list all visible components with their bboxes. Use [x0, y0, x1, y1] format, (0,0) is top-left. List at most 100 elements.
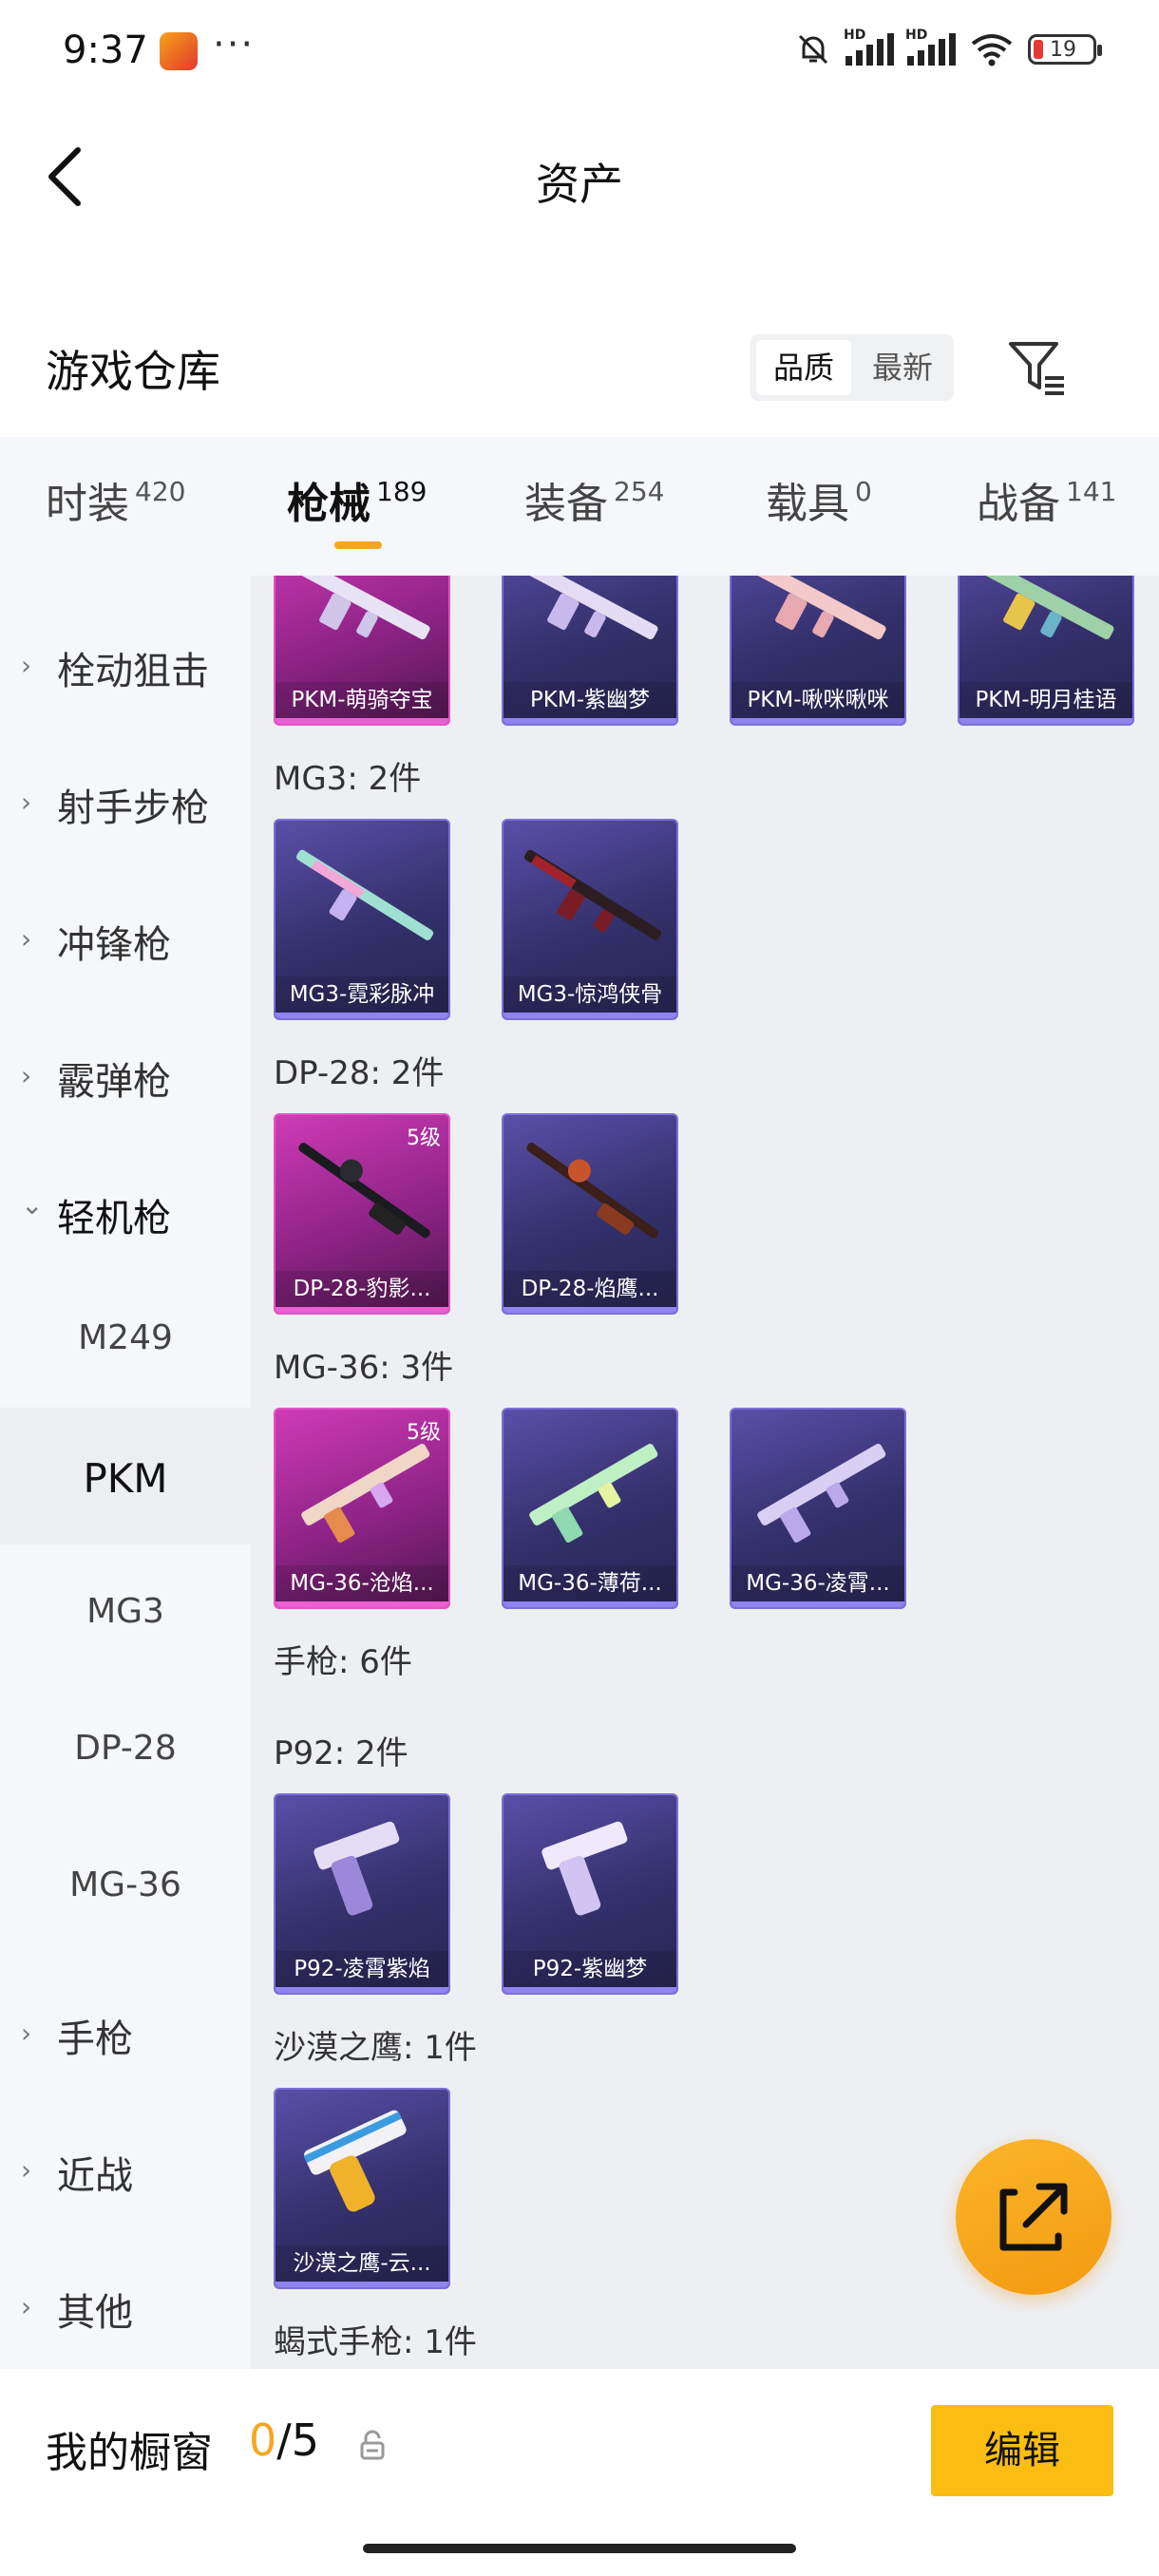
lmg-skin-icon	[755, 576, 886, 640]
group-title-p92: P92: 2件	[274, 1734, 408, 1772]
skin-name: PKM-萌骑夺宝	[276, 682, 448, 724]
skin-name: MG3-霓彩脉冲	[276, 976, 448, 1018]
sidebar-subitem-mg3[interactable]: MG3	[0, 1544, 251, 1681]
skin-level: 5级	[407, 1421, 441, 1445]
active-tab-indicator	[334, 541, 382, 549]
showcase-count: 0/5	[249, 2415, 320, 2466]
skin-name: MG-36-凌霄...	[732, 1565, 904, 1607]
skin-name: DP-28-豹影...	[276, 1271, 448, 1313]
chevron-right-icon: ›	[21, 2154, 32, 2186]
pistol-skin-icon	[303, 2110, 407, 2212]
battery-icon: 19	[1028, 34, 1102, 65]
weapon-category-sidebar: › 栓动狙击 › 射手步枪 › 冲锋枪 › 霰弹枪 ⌄ 轻机枪 M249 PKM…	[0, 576, 251, 2369]
skin-name: PKM-明月桂语	[960, 682, 1132, 724]
skin-card[interactable]: 5级 DP-28-豹影...	[274, 1113, 450, 1315]
skin-card[interactable]: P92-紫幽梦	[502, 1793, 678, 1995]
tab-fashion[interactable]: 时装 420	[46, 469, 185, 530]
skin-card[interactable]: 沙漠之鹰-云...	[274, 2088, 450, 2289]
lmg-skin-icon	[299, 576, 430, 640]
group-title-pistols: 手枪: 6件	[274, 1643, 412, 1681]
sidebar-item-pistol[interactable]: › 手枪	[0, 1981, 251, 2076]
edit-button[interactable]: 编辑	[931, 2405, 1113, 2496]
tab-firearms[interactable]: 枪械 189	[287, 469, 427, 530]
tab-equipment[interactable]: 装备 254	[524, 469, 664, 530]
chevron-right-icon: ›	[21, 2291, 32, 2322]
sidebar-item-bolt-sniper[interactable]: › 栓动狙击	[0, 614, 251, 709]
group-title-desert-eagle: 沙漠之鹰: 1件	[274, 2029, 477, 2067]
skin-card[interactable]: MG3-霓彩脉冲	[274, 819, 450, 1020]
sort-quality-option[interactable]: 品质	[756, 340, 851, 395]
skin-card[interactable]: PKM-萌骑夺宝	[274, 576, 450, 726]
filter-icon[interactable]	[1005, 336, 1070, 401]
lmg-skin-icon	[296, 849, 434, 940]
skin-card[interactable]: DP-28-焰鹰...	[502, 1113, 678, 1315]
lmg-skin-icon	[529, 1444, 658, 1544]
status-icons: HD HD 19	[794, 28, 1102, 68]
skin-card[interactable]: MG-36-薄荷...	[502, 1408, 678, 1609]
group-title-dp28: DP-28: 2件	[274, 1054, 445, 1092]
signal-icon-1: HD	[844, 28, 894, 66]
sidebar-item-melee[interactable]: › 近战	[0, 2118, 251, 2213]
sidebar-item-other[interactable]: › 其他	[0, 2255, 251, 2350]
skin-card[interactable]: P92-凌霄紫焰	[274, 1793, 450, 1995]
skin-card[interactable]: MG-36-凌霄...	[730, 1408, 906, 1609]
skin-card[interactable]: PKM-明月桂语	[958, 576, 1134, 726]
chevron-right-icon: ›	[21, 2017, 32, 2049]
skin-card[interactable]: MG3-惊鸿侠骨	[502, 819, 678, 1020]
sidebar-subitem-dp28[interactable]: DP-28	[0, 1681, 251, 1818]
sort-newest-option[interactable]: 最新	[855, 340, 950, 395]
skin-name: MG-36-薄荷...	[504, 1565, 676, 1607]
skin-card[interactable]: PKM-紫幽梦	[502, 576, 678, 726]
battery-level: 19	[1050, 38, 1076, 62]
wifi-icon	[971, 34, 1013, 66]
skin-name: 沙漠之鹰-云...	[276, 2245, 448, 2287]
share-icon	[999, 2183, 1068, 2251]
sidebar-item-smg[interactable]: › 冲锋枪	[0, 887, 251, 982]
sidebar-item-shotgun[interactable]: › 霰弹枪	[0, 1024, 251, 1119]
share-button[interactable]	[956, 2139, 1112, 2295]
tab-vehicles[interactable]: 载具 0	[766, 469, 872, 530]
sort-toggle: 品质 最新	[750, 334, 954, 401]
pistol-skin-icon	[542, 1821, 628, 1916]
chevron-right-icon: ›	[21, 786, 32, 818]
group-title-mg3: MG3: 2件	[274, 760, 422, 798]
sidebar-item-marksman[interactable]: › 射手步枪	[0, 750, 251, 845]
skin-card[interactable]: PKM-啾咪啾咪	[730, 576, 906, 726]
lmg-skin-icon	[527, 576, 658, 640]
showcase-label: 我的橱窗	[46, 2429, 213, 2477]
chevron-down-icon: ⌄	[21, 1189, 44, 1221]
skin-name: MG3-惊鸿侠骨	[504, 976, 676, 1018]
sidebar-item-lmg[interactable]: ⌄ 轻机枪	[0, 1161, 251, 1256]
chevron-right-icon: ›	[21, 923, 32, 955]
weapon-skin-grid: PKM-萌骑夺宝 PKM-紫幽梦 PKM-啾咪啾咪 PKM-明月桂语 MG3: …	[251, 576, 1159, 2369]
signal-icon-2: HD	[905, 28, 956, 66]
category-tabs: 时装 420 枪械 189 装备 254 载具 0 战备 141	[0, 437, 1159, 576]
group-title-mg36: MG-36: 3件	[274, 1349, 454, 1387]
lock-icon	[360, 2430, 385, 2460]
status-time: 9:37	[63, 28, 148, 72]
warehouse-title: 游戏仓库	[46, 346, 220, 397]
skin-name: DP-28-焰鹰...	[504, 1271, 676, 1313]
page-title: 资产	[536, 159, 623, 210]
chevron-right-icon: ›	[21, 650, 32, 681]
skin-name: P92-紫幽梦	[504, 1951, 676, 1993]
skin-name: PKM-紫幽梦	[504, 682, 676, 724]
sidebar-subitem-m249[interactable]: M249	[0, 1271, 251, 1408]
home-indicator[interactable]	[363, 2544, 796, 2553]
status-bar: 9:37 ··· HD HD 19	[0, 0, 1159, 104]
sidebar-subitem-pkm[interactable]: PKM	[0, 1408, 251, 1544]
lmg-skin-icon	[524, 849, 662, 940]
skin-card[interactable]: 5级 MG-36-沧焰...	[274, 1408, 450, 1609]
skin-level: 5级	[407, 1127, 441, 1150]
status-more: ···	[213, 23, 256, 66]
lmg-skin-icon	[757, 1444, 886, 1544]
group-title-scorpion: 蝎式手枪: 1件	[274, 2323, 477, 2361]
skin-name: MG-36-沧焰...	[276, 1565, 448, 1607]
chevron-right-icon: ›	[21, 1060, 32, 1091]
pistol-skin-icon	[314, 1821, 400, 1916]
showcase-bar: 我的橱窗 0/5 编辑	[0, 2369, 1159, 2576]
sidebar-subitem-mg36[interactable]: MG-36	[0, 1818, 251, 1955]
skin-name: PKM-啾咪啾咪	[732, 682, 904, 724]
app-notification-icon	[160, 32, 198, 70]
tab-supplies[interactable]: 战备 141	[977, 469, 1116, 530]
